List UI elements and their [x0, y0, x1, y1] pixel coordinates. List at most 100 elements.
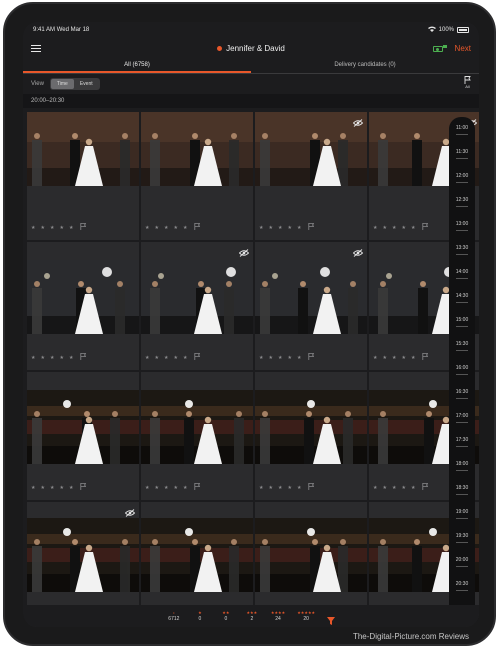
flag-icon[interactable]: [308, 353, 315, 362]
star-icon[interactable]: ★: [382, 355, 386, 361]
star-icon[interactable]: ★: [373, 225, 377, 231]
star-icon[interactable]: ★: [411, 225, 415, 231]
star-icon[interactable]: ★: [401, 225, 405, 231]
star-icon[interactable]: ★: [59, 225, 63, 231]
rating-filter-1[interactable]: ★ 0: [193, 610, 207, 622]
flag-icon[interactable]: [80, 353, 87, 362]
star-rating[interactable]: ★ ★ ★ ★ ★: [31, 223, 87, 232]
star-rating[interactable]: ★ ★ ★ ★ ★: [373, 223, 429, 232]
timeline-tick-label[interactable]: 18:30: [449, 485, 475, 491]
star-rating[interactable]: ★ ★ ★ ★ ★: [373, 353, 429, 362]
star-icon[interactable]: ★: [382, 225, 386, 231]
rating-filter-4[interactable]: ★★★★ 24: [271, 610, 285, 622]
star-icon[interactable]: ★: [173, 485, 177, 491]
flag-icon[interactable]: [80, 483, 87, 492]
star-icon[interactable]: ★: [164, 355, 168, 361]
star-rating[interactable]: ★ ★ ★ ★ ★: [145, 483, 201, 492]
timeline-tick-label[interactable]: 11:30: [449, 149, 475, 155]
star-rating[interactable]: ★ ★ ★ ★ ★: [31, 483, 87, 492]
star-icon[interactable]: ★: [183, 355, 187, 361]
star-icon[interactable]: ★: [278, 225, 282, 231]
flag-icon[interactable]: [308, 223, 315, 232]
star-rating[interactable]: ★ ★ ★ ★ ★: [31, 353, 87, 362]
star-icon[interactable]: ★: [278, 485, 282, 491]
star-icon[interactable]: ★: [40, 485, 44, 491]
star-icon[interactable]: ★: [411, 355, 415, 361]
timeline-scrubber[interactable]: 11:00 11:30 12:00 12:30 13:00 13:30 14:00 14:30…: [449, 117, 475, 627]
timeline-tick-label[interactable]: 19:30: [449, 533, 475, 539]
star-icon[interactable]: ★: [373, 485, 377, 491]
timeline-tick-label[interactable]: 14:00: [449, 269, 475, 275]
tab-all[interactable]: All (6758): [23, 58, 251, 73]
timeline-tick-label[interactable]: 20:00: [449, 557, 475, 563]
star-icon[interactable]: ★: [145, 355, 149, 361]
rating-filter-3[interactable]: ★★★ 2: [245, 610, 259, 622]
rating-filter-5[interactable]: ★★★★★ 20: [297, 610, 315, 622]
photo-thumbnail[interactable]: ★ ★ ★ ★ ★: [27, 242, 139, 370]
star-icon[interactable]: ★: [164, 225, 168, 231]
star-icon[interactable]: ★: [69, 485, 73, 491]
rating-filter-0[interactable]: • 6712: [167, 610, 181, 622]
star-icon[interactable]: ★: [392, 485, 396, 491]
star-icon[interactable]: ★: [287, 485, 291, 491]
star-icon[interactable]: ★: [268, 225, 272, 231]
timeline-tick-label[interactable]: 13:30: [449, 245, 475, 251]
camera-connected-icon[interactable]: [432, 44, 447, 52]
star-icon[interactable]: ★: [297, 355, 301, 361]
star-rating[interactable]: ★ ★ ★ ★ ★: [145, 353, 201, 362]
star-rating[interactable]: ★ ★ ★ ★ ★: [259, 483, 315, 492]
timeline-tick-label[interactable]: 20:30: [449, 581, 475, 587]
eye-slash-icon[interactable]: [124, 504, 136, 517]
next-button[interactable]: Next: [455, 44, 471, 53]
star-icon[interactable]: ★: [164, 485, 168, 491]
photo-thumbnail[interactable]: ★ ★ ★ ★ ★: [255, 112, 367, 240]
star-icon[interactable]: ★: [69, 225, 73, 231]
star-icon[interactable]: ★: [268, 485, 272, 491]
timeline-tick-label[interactable]: 17:00: [449, 413, 475, 419]
star-rating[interactable]: ★ ★ ★ ★ ★: [373, 483, 429, 492]
star-icon[interactable]: ★: [259, 485, 263, 491]
photo-thumbnail[interactable]: ★ ★ ★ ★ ★: [141, 112, 253, 240]
star-icon[interactable]: ★: [183, 225, 187, 231]
timeline-tick-label[interactable]: 12:00: [449, 173, 475, 179]
star-icon[interactable]: ★: [278, 355, 282, 361]
eye-slash-icon[interactable]: [238, 244, 250, 257]
tab-delivery-candidates[interactable]: Delivery candidates (0): [251, 58, 479, 73]
star-rating[interactable]: ★ ★ ★ ★ ★: [259, 223, 315, 232]
star-icon[interactable]: ★: [259, 355, 263, 361]
rating-filter-2[interactable]: ★★ 0: [219, 610, 233, 622]
star-icon[interactable]: ★: [50, 355, 54, 361]
star-rating[interactable]: ★ ★ ★ ★ ★: [259, 353, 315, 362]
star-icon[interactable]: ★: [382, 485, 386, 491]
timeline-tick-label[interactable]: 15:30: [449, 341, 475, 347]
photo-thumbnail[interactable]: ★ ★ ★ ★ ★: [255, 242, 367, 370]
timeline-tick-label[interactable]: 16:30: [449, 389, 475, 395]
star-icon[interactable]: ★: [59, 485, 63, 491]
photo-thumbnail[interactable]: ★ ★ ★ ★ ★: [27, 372, 139, 500]
filter-funnel-icon[interactable]: [327, 612, 336, 625]
flag-filter-button[interactable]: All: [464, 76, 471, 89]
star-icon[interactable]: ★: [392, 355, 396, 361]
photo-thumbnail[interactable]: ★ ★ ★ ★ ★: [27, 112, 139, 240]
flag-icon[interactable]: [80, 223, 87, 232]
menu-icon[interactable]: [31, 44, 41, 52]
photo-thumbnail[interactable]: ★ ★ ★ ★ ★: [255, 372, 367, 500]
star-icon[interactable]: ★: [69, 355, 73, 361]
star-icon[interactable]: ★: [401, 485, 405, 491]
view-option-time[interactable]: Time: [50, 79, 74, 89]
photo-thumbnail[interactable]: ★ ★ ★ ★ ★: [141, 242, 253, 370]
eye-slash-icon[interactable]: [352, 244, 364, 257]
star-icon[interactable]: ★: [31, 485, 35, 491]
timeline-tick-label[interactable]: 15:00: [449, 317, 475, 323]
star-icon[interactable]: ★: [145, 225, 149, 231]
star-icon[interactable]: ★: [297, 485, 301, 491]
star-icon[interactable]: ★: [31, 355, 35, 361]
star-icon[interactable]: ★: [173, 225, 177, 231]
star-icon[interactable]: ★: [411, 485, 415, 491]
star-icon[interactable]: ★: [154, 355, 158, 361]
star-icon[interactable]: ★: [154, 225, 158, 231]
star-icon[interactable]: ★: [297, 225, 301, 231]
star-icon[interactable]: ★: [50, 225, 54, 231]
photo-thumbnail[interactable]: ★ ★ ★ ★ ★: [141, 372, 253, 500]
star-icon[interactable]: ★: [401, 355, 405, 361]
